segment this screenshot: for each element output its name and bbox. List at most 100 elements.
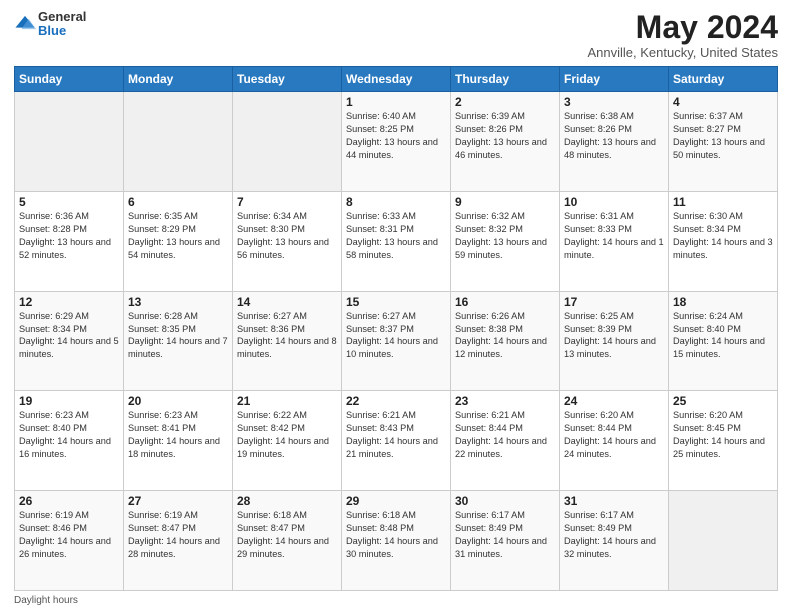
calendar-cell: 5Sunrise: 6:36 AMSunset: 8:28 PMDaylight… bbox=[15, 191, 124, 291]
day-info: Sunrise: 6:22 AMSunset: 8:42 PMDaylight:… bbox=[237, 409, 337, 461]
calendar-cell: 21Sunrise: 6:22 AMSunset: 8:42 PMDayligh… bbox=[233, 391, 342, 491]
day-info: Sunrise: 6:30 AMSunset: 8:34 PMDaylight:… bbox=[673, 210, 773, 262]
calendar-cell: 17Sunrise: 6:25 AMSunset: 8:39 PMDayligh… bbox=[560, 291, 669, 391]
calendar-cell: 6Sunrise: 6:35 AMSunset: 8:29 PMDaylight… bbox=[124, 191, 233, 291]
day-number: 24 bbox=[564, 394, 664, 408]
main-container: General Blue May 2024 Annville, Kentucky… bbox=[0, 0, 792, 612]
calendar-cell: 26Sunrise: 6:19 AMSunset: 8:46 PMDayligh… bbox=[15, 491, 124, 591]
calendar-table: SundayMondayTuesdayWednesdayThursdayFrid… bbox=[14, 66, 778, 591]
day-number: 23 bbox=[455, 394, 555, 408]
day-info: Sunrise: 6:39 AMSunset: 8:26 PMDaylight:… bbox=[455, 110, 555, 162]
logo-icon bbox=[14, 13, 36, 35]
calendar-cell: 19Sunrise: 6:23 AMSunset: 8:40 PMDayligh… bbox=[15, 391, 124, 491]
calendar-cell: 1Sunrise: 6:40 AMSunset: 8:25 PMDaylight… bbox=[342, 92, 451, 192]
day-number: 21 bbox=[237, 394, 337, 408]
day-info: Sunrise: 6:23 AMSunset: 8:41 PMDaylight:… bbox=[128, 409, 228, 461]
day-number: 11 bbox=[673, 195, 773, 209]
calendar-cell: 7Sunrise: 6:34 AMSunset: 8:30 PMDaylight… bbox=[233, 191, 342, 291]
calendar-cell: 30Sunrise: 6:17 AMSunset: 8:49 PMDayligh… bbox=[451, 491, 560, 591]
day-number: 7 bbox=[237, 195, 337, 209]
calendar-header-thursday: Thursday bbox=[451, 67, 560, 92]
calendar-cell: 10Sunrise: 6:31 AMSunset: 8:33 PMDayligh… bbox=[560, 191, 669, 291]
day-number: 22 bbox=[346, 394, 446, 408]
day-number: 26 bbox=[19, 494, 119, 508]
day-info: Sunrise: 6:27 AMSunset: 8:36 PMDaylight:… bbox=[237, 310, 337, 362]
day-info: Sunrise: 6:23 AMSunset: 8:40 PMDaylight:… bbox=[19, 409, 119, 461]
day-number: 3 bbox=[564, 95, 664, 109]
subtitle: Annville, Kentucky, United States bbox=[587, 45, 778, 60]
calendar-cell: 16Sunrise: 6:26 AMSunset: 8:38 PMDayligh… bbox=[451, 291, 560, 391]
day-number: 16 bbox=[455, 295, 555, 309]
calendar-header-tuesday: Tuesday bbox=[233, 67, 342, 92]
calendar-header-sunday: Sunday bbox=[15, 67, 124, 92]
calendar-cell: 18Sunrise: 6:24 AMSunset: 8:40 PMDayligh… bbox=[669, 291, 778, 391]
day-info: Sunrise: 6:33 AMSunset: 8:31 PMDaylight:… bbox=[346, 210, 446, 262]
day-info: Sunrise: 6:32 AMSunset: 8:32 PMDaylight:… bbox=[455, 210, 555, 262]
day-number: 30 bbox=[455, 494, 555, 508]
day-number: 20 bbox=[128, 394, 228, 408]
day-number: 1 bbox=[346, 95, 446, 109]
day-number: 10 bbox=[564, 195, 664, 209]
day-info: Sunrise: 6:19 AMSunset: 8:46 PMDaylight:… bbox=[19, 509, 119, 561]
calendar-cell: 25Sunrise: 6:20 AMSunset: 8:45 PMDayligh… bbox=[669, 391, 778, 491]
calendar-cell: 11Sunrise: 6:30 AMSunset: 8:34 PMDayligh… bbox=[669, 191, 778, 291]
day-info: Sunrise: 6:20 AMSunset: 8:45 PMDaylight:… bbox=[673, 409, 773, 461]
day-info: Sunrise: 6:24 AMSunset: 8:40 PMDaylight:… bbox=[673, 310, 773, 362]
day-info: Sunrise: 6:37 AMSunset: 8:27 PMDaylight:… bbox=[673, 110, 773, 162]
day-info: Sunrise: 6:17 AMSunset: 8:49 PMDaylight:… bbox=[455, 509, 555, 561]
day-info: Sunrise: 6:36 AMSunset: 8:28 PMDaylight:… bbox=[19, 210, 119, 262]
day-info: Sunrise: 6:35 AMSunset: 8:29 PMDaylight:… bbox=[128, 210, 228, 262]
day-number: 4 bbox=[673, 95, 773, 109]
logo-blue: Blue bbox=[38, 24, 86, 38]
day-info: Sunrise: 6:17 AMSunset: 8:49 PMDaylight:… bbox=[564, 509, 664, 561]
calendar-cell bbox=[669, 491, 778, 591]
day-number: 19 bbox=[19, 394, 119, 408]
calendar-header-monday: Monday bbox=[124, 67, 233, 92]
daylight-label: Daylight hours bbox=[14, 595, 78, 606]
day-number: 31 bbox=[564, 494, 664, 508]
day-number: 2 bbox=[455, 95, 555, 109]
calendar-cell: 23Sunrise: 6:21 AMSunset: 8:44 PMDayligh… bbox=[451, 391, 560, 491]
calendar-cell: 8Sunrise: 6:33 AMSunset: 8:31 PMDaylight… bbox=[342, 191, 451, 291]
day-number: 9 bbox=[455, 195, 555, 209]
day-number: 12 bbox=[19, 295, 119, 309]
main-title: May 2024 bbox=[587, 10, 778, 45]
day-number: 6 bbox=[128, 195, 228, 209]
calendar-cell bbox=[124, 92, 233, 192]
calendar-cell: 29Sunrise: 6:18 AMSunset: 8:48 PMDayligh… bbox=[342, 491, 451, 591]
day-info: Sunrise: 6:18 AMSunset: 8:47 PMDaylight:… bbox=[237, 509, 337, 561]
calendar-cell: 20Sunrise: 6:23 AMSunset: 8:41 PMDayligh… bbox=[124, 391, 233, 491]
calendar-week-2: 5Sunrise: 6:36 AMSunset: 8:28 PMDaylight… bbox=[15, 191, 778, 291]
day-number: 18 bbox=[673, 295, 773, 309]
calendar-header-row: SundayMondayTuesdayWednesdayThursdayFrid… bbox=[15, 67, 778, 92]
calendar-cell: 13Sunrise: 6:28 AMSunset: 8:35 PMDayligh… bbox=[124, 291, 233, 391]
calendar-week-3: 12Sunrise: 6:29 AMSunset: 8:34 PMDayligh… bbox=[15, 291, 778, 391]
day-info: Sunrise: 6:27 AMSunset: 8:37 PMDaylight:… bbox=[346, 310, 446, 362]
calendar-header-friday: Friday bbox=[560, 67, 669, 92]
calendar-header-wednesday: Wednesday bbox=[342, 67, 451, 92]
day-number: 29 bbox=[346, 494, 446, 508]
day-info: Sunrise: 6:31 AMSunset: 8:33 PMDaylight:… bbox=[564, 210, 664, 262]
day-info: Sunrise: 6:29 AMSunset: 8:34 PMDaylight:… bbox=[19, 310, 119, 362]
day-info: Sunrise: 6:34 AMSunset: 8:30 PMDaylight:… bbox=[237, 210, 337, 262]
calendar-cell: 24Sunrise: 6:20 AMSunset: 8:44 PMDayligh… bbox=[560, 391, 669, 491]
day-number: 13 bbox=[128, 295, 228, 309]
day-number: 14 bbox=[237, 295, 337, 309]
calendar-cell: 28Sunrise: 6:18 AMSunset: 8:47 PMDayligh… bbox=[233, 491, 342, 591]
calendar-cell: 15Sunrise: 6:27 AMSunset: 8:37 PMDayligh… bbox=[342, 291, 451, 391]
calendar-cell: 2Sunrise: 6:39 AMSunset: 8:26 PMDaylight… bbox=[451, 92, 560, 192]
calendar-cell bbox=[15, 92, 124, 192]
calendar-week-4: 19Sunrise: 6:23 AMSunset: 8:40 PMDayligh… bbox=[15, 391, 778, 491]
day-number: 8 bbox=[346, 195, 446, 209]
day-number: 28 bbox=[237, 494, 337, 508]
calendar-cell: 9Sunrise: 6:32 AMSunset: 8:32 PMDaylight… bbox=[451, 191, 560, 291]
calendar-cell: 3Sunrise: 6:38 AMSunset: 8:26 PMDaylight… bbox=[560, 92, 669, 192]
calendar-week-5: 26Sunrise: 6:19 AMSunset: 8:46 PMDayligh… bbox=[15, 491, 778, 591]
day-number: 15 bbox=[346, 295, 446, 309]
title-section: May 2024 Annville, Kentucky, United Stat… bbox=[587, 10, 778, 60]
calendar-week-1: 1Sunrise: 6:40 AMSunset: 8:25 PMDaylight… bbox=[15, 92, 778, 192]
day-number: 17 bbox=[564, 295, 664, 309]
logo: General Blue bbox=[14, 10, 86, 39]
calendar-cell: 4Sunrise: 6:37 AMSunset: 8:27 PMDaylight… bbox=[669, 92, 778, 192]
day-info: Sunrise: 6:21 AMSunset: 8:43 PMDaylight:… bbox=[346, 409, 446, 461]
